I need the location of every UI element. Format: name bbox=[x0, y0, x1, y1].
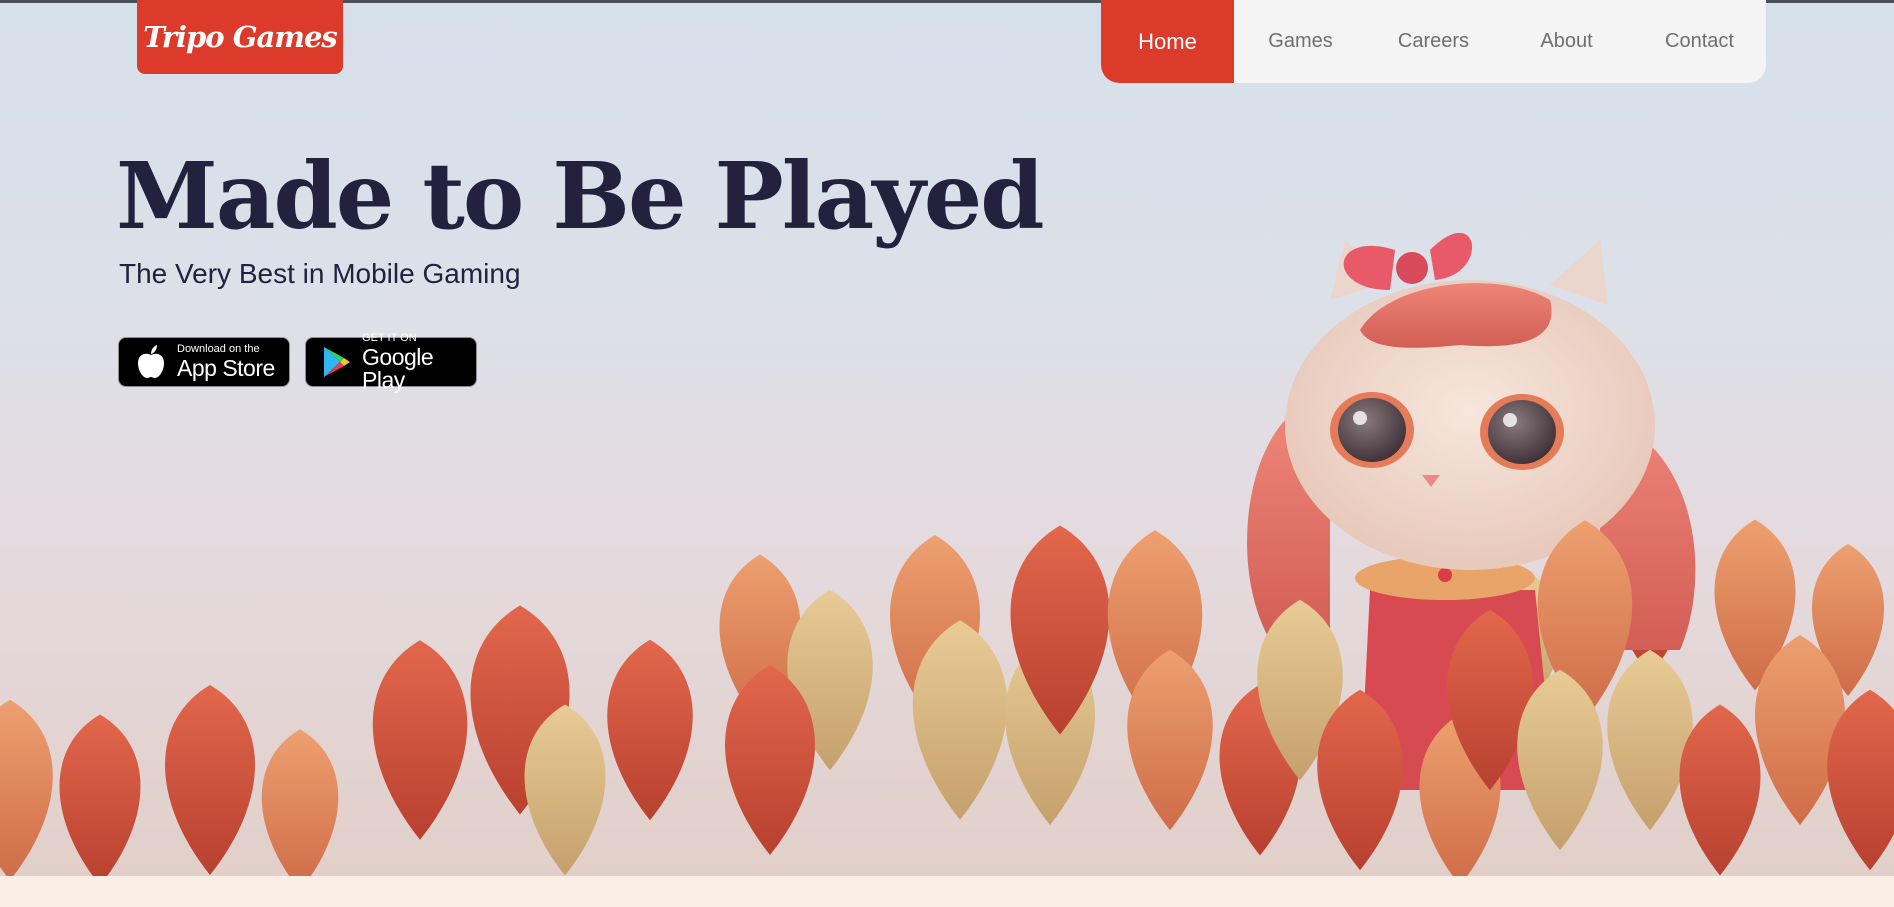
nav-item-about[interactable]: About bbox=[1500, 0, 1633, 83]
logo-text: Tripo Games bbox=[143, 20, 338, 54]
app-store-small-text: Download on the bbox=[177, 343, 260, 355]
app-store-big-text: App Store bbox=[177, 355, 275, 381]
hero-banner: Tripo Games Home Games Careers About Con… bbox=[0, 0, 1894, 876]
nav-item-careers[interactable]: Careers bbox=[1367, 0, 1500, 83]
logo[interactable]: Tripo Games bbox=[137, 0, 343, 74]
front-leaves bbox=[0, 520, 1894, 876]
google-play-big-text: Google Play bbox=[362, 343, 434, 393]
apple-icon bbox=[131, 342, 171, 382]
app-store-button[interactable]: Download on the App Store bbox=[118, 337, 290, 387]
google-play-icon bbox=[318, 342, 356, 382]
hero-title: Made to Be Played bbox=[116, 142, 1045, 250]
google-play-button[interactable]: GET IT ON Google Play bbox=[305, 332, 477, 391]
nav-item-contact[interactable]: Contact bbox=[1633, 0, 1766, 83]
nav-item-home[interactable]: Home bbox=[1101, 0, 1234, 83]
hero-illustration bbox=[0, 232, 1894, 876]
hero-subtitle: The Very Best in Mobile Gaming bbox=[119, 258, 521, 289]
next-section-strip bbox=[0, 876, 1894, 907]
nav-item-games[interactable]: Games bbox=[1234, 0, 1367, 83]
main-nav: Home Games Careers About Contact bbox=[1101, 0, 1766, 83]
google-play-small-text: GET IT ON bbox=[362, 331, 417, 344]
